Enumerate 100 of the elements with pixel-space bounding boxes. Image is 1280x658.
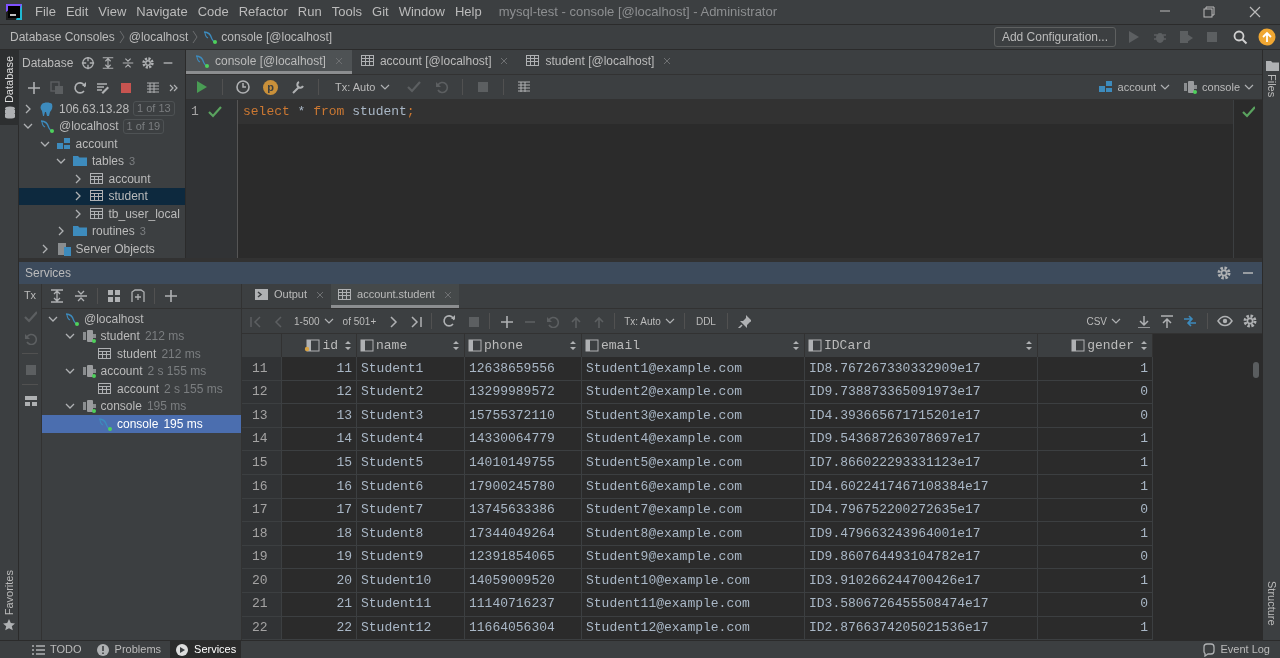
transaction-button[interactable]: Tx bbox=[23, 290, 37, 301]
table-cell: 1 bbox=[1038, 616, 1153, 640]
tree-item[interactable]: console 195 ms bbox=[42, 397, 241, 415]
export-format-dropdown[interactable]: CSV bbox=[1086, 313, 1121, 329]
tree-item[interactable]: @localhost bbox=[42, 310, 241, 328]
table-cell: 14010149755 bbox=[465, 451, 582, 475]
breadcrumb[interactable]: @localhost bbox=[128, 28, 189, 46]
tool-window-button[interactable]: Database bbox=[0, 50, 19, 126]
schema-dropdown[interactable]: account bbox=[1097, 78, 1171, 96]
column-header[interactable]: phone bbox=[465, 334, 582, 357]
window-title: mysql-test - console [@localhost] - Administrator bbox=[498, 3, 778, 22]
column-header[interactable]: IDCard bbox=[805, 334, 1038, 357]
table-cell: 0 bbox=[1038, 592, 1153, 617]
editor-tab[interactable]: student [@localhost] bbox=[517, 50, 681, 74]
menu-item[interactable]: Window bbox=[393, 2, 450, 22]
result-tab[interactable]: Output bbox=[248, 284, 332, 308]
table-cell: 11140716237 bbox=[465, 592, 582, 617]
menu-item[interactable]: Run bbox=[292, 2, 327, 22]
column-header[interactable]: email bbox=[582, 334, 805, 357]
table-cell: ID2.8766374205021536e17 bbox=[805, 616, 1038, 640]
editor-tab[interactable]: console [@localhost] bbox=[186, 50, 352, 74]
table-cell: 11 bbox=[282, 357, 357, 381]
table-cell: 12 bbox=[282, 380, 357, 405]
column-header[interactable]: gender bbox=[1038, 334, 1153, 357]
table-cell: 22 bbox=[282, 616, 357, 640]
profile-badge[interactable]: p bbox=[263, 79, 278, 95]
menu-item[interactable]: Edit bbox=[60, 2, 94, 22]
editor-tab[interactable]: account [@localhost] bbox=[351, 50, 518, 74]
menu-item[interactable]: Refactor bbox=[233, 2, 293, 22]
menu-item[interactable]: Navigate bbox=[131, 2, 193, 22]
tree-item[interactable]: account 2 s 155 ms bbox=[42, 362, 241, 380]
event-log-button[interactable]: Event Log bbox=[1202, 641, 1270, 658]
table-cell: 12638659556 bbox=[465, 357, 582, 381]
table-cell: 12391854065 bbox=[465, 545, 582, 570]
menu-item[interactable]: Help bbox=[449, 2, 487, 22]
tool-window-tab[interactable]: Problems bbox=[90, 640, 167, 658]
table-cell: Student12 bbox=[357, 616, 465, 640]
page-size-dropdown[interactable]: 1-500 bbox=[294, 313, 334, 329]
tree-item[interactable]: account 2 s 155 ms bbox=[42, 380, 241, 398]
ddl-button[interactable]: DDL bbox=[693, 313, 718, 329]
tree-item[interactable]: account bbox=[19, 135, 185, 153]
row-number: 11 bbox=[242, 357, 282, 381]
row-number: 20 bbox=[242, 569, 282, 593]
table-cell: Student9 bbox=[357, 545, 465, 570]
table-cell: ID9.860764493104782e17 bbox=[805, 545, 1038, 570]
menu-item[interactable]: Tools bbox=[326, 2, 368, 22]
transaction-mode-dropdown[interactable]: Tx: Auto bbox=[331, 78, 395, 96]
table-cell: 14059009520 bbox=[465, 569, 582, 593]
transaction-mode-dropdown[interactable]: Tx: Auto bbox=[624, 313, 675, 329]
tree-item[interactable]: console 195 ms bbox=[42, 415, 241, 433]
menu-item[interactable]: File bbox=[30, 2, 61, 22]
duration-label: 212 ms bbox=[144, 328, 185, 346]
tree-item[interactable]: student 212 ms bbox=[42, 345, 241, 363]
table-cell: ID4.796752200272635e17 bbox=[805, 498, 1038, 523]
tree-item[interactable]: account bbox=[19, 170, 185, 188]
add-configuration-button[interactable]: Add Configuration... bbox=[993, 27, 1116, 47]
table-cell: Student10@example.com bbox=[582, 569, 805, 593]
menu-item[interactable]: View bbox=[93, 2, 132, 22]
table-cell: 13 bbox=[282, 404, 357, 428]
table-cell: 17 bbox=[282, 498, 357, 523]
table-cell: Student5@example.com bbox=[582, 451, 805, 475]
duration-label: 195 ms bbox=[163, 415, 203, 433]
tool-window-button[interactable]: Structure bbox=[1263, 581, 1280, 626]
menu-item[interactable]: Code bbox=[192, 2, 234, 22]
table-cell: 0 bbox=[1038, 404, 1153, 428]
table-cell: 1 bbox=[1038, 357, 1153, 381]
tree-item[interactable]: tables 3 bbox=[19, 152, 185, 170]
table-cell: ID3.910266244700426e17 bbox=[805, 569, 1038, 593]
tree-item[interactable]: tb_user_local bbox=[19, 205, 185, 223]
tree-item[interactable]: Server Objects bbox=[19, 240, 185, 258]
duration-label: 195 ms bbox=[146, 398, 187, 416]
session-dropdown[interactable]: console bbox=[1182, 78, 1254, 96]
tool-window-tab[interactable]: Services bbox=[170, 640, 242, 658]
row-number: 16 bbox=[242, 474, 282, 499]
line-number: 1 bbox=[191, 103, 199, 122]
menu-item[interactable]: Git bbox=[367, 2, 394, 22]
tool-window-button[interactable]: Favorites bbox=[0, 569, 18, 615]
row-number: 21 bbox=[242, 592, 282, 617]
table-cell: ID9.738873365091973e17 bbox=[805, 380, 1038, 405]
breadcrumb[interactable]: console [@localhost] bbox=[221, 28, 333, 46]
tree-item[interactable]: student 212 ms bbox=[42, 327, 241, 345]
table-cell: 1 bbox=[1038, 474, 1153, 499]
tree-item[interactable]: routines 3 bbox=[19, 222, 185, 240]
tree-item[interactable]: @localhost 1 of 19 bbox=[19, 117, 185, 135]
tree-item[interactable]: 106.63.13.28 1 of 13 bbox=[19, 100, 185, 118]
tool-window-button[interactable]: Files bbox=[1263, 74, 1280, 98]
tool-window-tab[interactable]: TODO bbox=[26, 640, 87, 658]
table-cell: 13745633386 bbox=[465, 498, 582, 523]
tree-item[interactable]: student bbox=[19, 187, 185, 205]
row-number: 22 bbox=[242, 616, 282, 640]
result-tab[interactable]: account.student bbox=[331, 284, 459, 308]
table-cell: ID9.479663243964001e17 bbox=[805, 522, 1038, 546]
column-header[interactable]: id bbox=[282, 334, 357, 357]
table-cell: Student7@example.com bbox=[582, 498, 805, 523]
breadcrumb[interactable]: Database Consoles bbox=[10, 28, 115, 46]
column-header[interactable]: name bbox=[357, 334, 465, 357]
row-count-label: of 501+ bbox=[342, 314, 377, 329]
table-cell: 20 bbox=[282, 569, 357, 593]
duration-label: 212 ms bbox=[161, 345, 201, 363]
duration-label: 2 s 155 ms bbox=[164, 380, 223, 398]
